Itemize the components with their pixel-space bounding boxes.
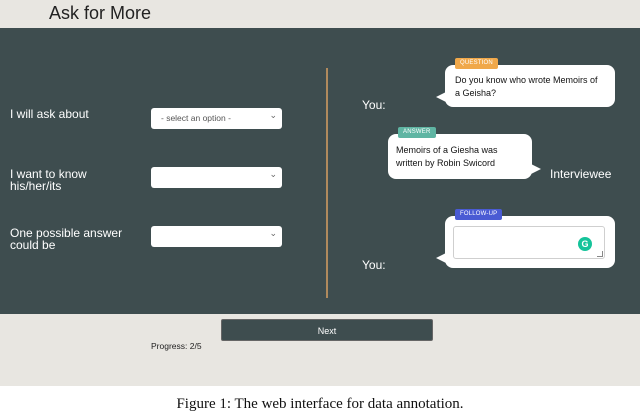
resize-handle[interactable] (597, 251, 603, 257)
chevron-down-icon: ⌄ (269, 228, 277, 238)
followup-tag: FOLLOW-UP (455, 209, 503, 220)
answer-text: Memoirs of a Giesha was written by Robin… (396, 145, 498, 168)
progress-indicator: Progress: 2/5 (151, 341, 202, 351)
main-panel: I will ask about - select an option - ⌄ … (0, 28, 640, 314)
field-label-attribute: I want to know his/her/its (10, 167, 87, 193)
question-tag: QUESTION (455, 58, 498, 69)
topic-select-value: - select an option - (161, 113, 231, 123)
followup-input[interactable]: G (453, 226, 605, 259)
followup-bubble: FOLLOW-UP G (436, 209, 615, 268)
field-label-answer: One possible answer could be (10, 226, 123, 252)
chevron-down-icon: ⌄ (269, 169, 277, 179)
answer-bubble: ANSWER Memoirs of a Giesha was written b… (388, 127, 541, 179)
header-bar: Ask for More (0, 0, 640, 28)
speaker-you-question: You: (362, 98, 386, 112)
speaker-you-followup: You: (362, 258, 386, 272)
answer-tag: ANSWER (398, 127, 436, 138)
answer-select[interactable]: ⌄ (151, 226, 282, 247)
question-text: Do you know who wrote Memoirs of a Geish… (455, 75, 598, 98)
topic-select[interactable]: - select an option - ⌄ (151, 108, 282, 129)
field-label-topic: I will ask about (10, 107, 89, 121)
attribute-select[interactable]: ⌄ (151, 167, 282, 188)
grammarly-icon[interactable]: G (578, 237, 592, 251)
question-bubble: QUESTION Do you know who wrote Memoirs o… (436, 58, 615, 107)
speaker-interviewee: Interviewee (550, 167, 612, 181)
footer-bar: Next Progress: 2/5 (0, 314, 640, 386)
figure-caption: Figure 1: The web interface for data ann… (176, 396, 464, 412)
chevron-down-icon: ⌄ (269, 110, 277, 120)
page-title: Ask for More (49, 3, 152, 23)
panel-divider (326, 68, 328, 298)
next-button[interactable]: Next (221, 319, 433, 341)
